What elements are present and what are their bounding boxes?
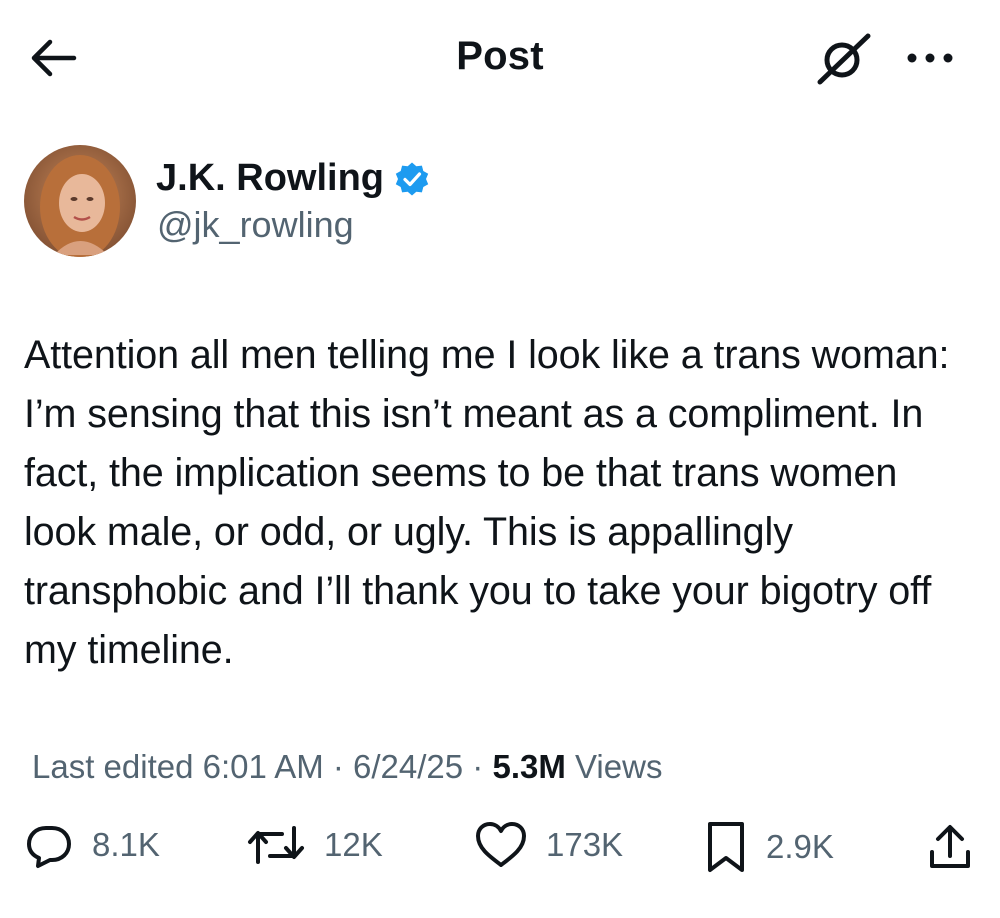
- avatar-image: [24, 145, 136, 257]
- like-icon: [476, 822, 526, 867]
- share-icon[interactable]: [926, 822, 974, 872]
- verified-badge-icon: [395, 162, 429, 195]
- repost-button[interactable]: 12K: [246, 820, 383, 870]
- author-handle[interactable]: @jk_rowling: [157, 204, 354, 246]
- author-name-row[interactable]: J.K. Rowling: [156, 157, 430, 200]
- reply-button[interactable]: 8.1K: [24, 820, 160, 870]
- author-name: J.K. Rowling: [156, 157, 384, 199]
- grok-icon[interactable]: [814, 30, 874, 86]
- reply-count: 8.1K: [92, 826, 160, 863]
- edited-timestamp[interactable]: Last edited 6:01 AM · 6/24/25 ·: [32, 748, 483, 785]
- post-text: Attention all men telling me I look like…: [24, 333, 950, 672]
- repost-count: 12K: [324, 826, 383, 863]
- top-bar: Post: [0, 0, 1000, 120]
- reply-icon: [27, 826, 71, 868]
- post-meta: Last edited 6:01 AM · 6/24/25 · 5.3M Vie…: [32, 748, 662, 786]
- bookmark-icon: [708, 822, 744, 872]
- action-bar: 8.1K 12K 173K 2.9K: [0, 820, 1000, 890]
- like-count: 173K: [546, 826, 624, 863]
- like-button[interactable]: 173K: [474, 820, 623, 870]
- more-icon[interactable]: [900, 38, 960, 78]
- views-label: Views: [575, 748, 663, 785]
- bookmark-count: 2.9K: [766, 828, 834, 865]
- repost-icon: [248, 826, 304, 864]
- bookmark-button[interactable]: 2.9K: [704, 820, 834, 874]
- views-count: 5.3M: [492, 748, 566, 785]
- avatar[interactable]: [24, 145, 136, 257]
